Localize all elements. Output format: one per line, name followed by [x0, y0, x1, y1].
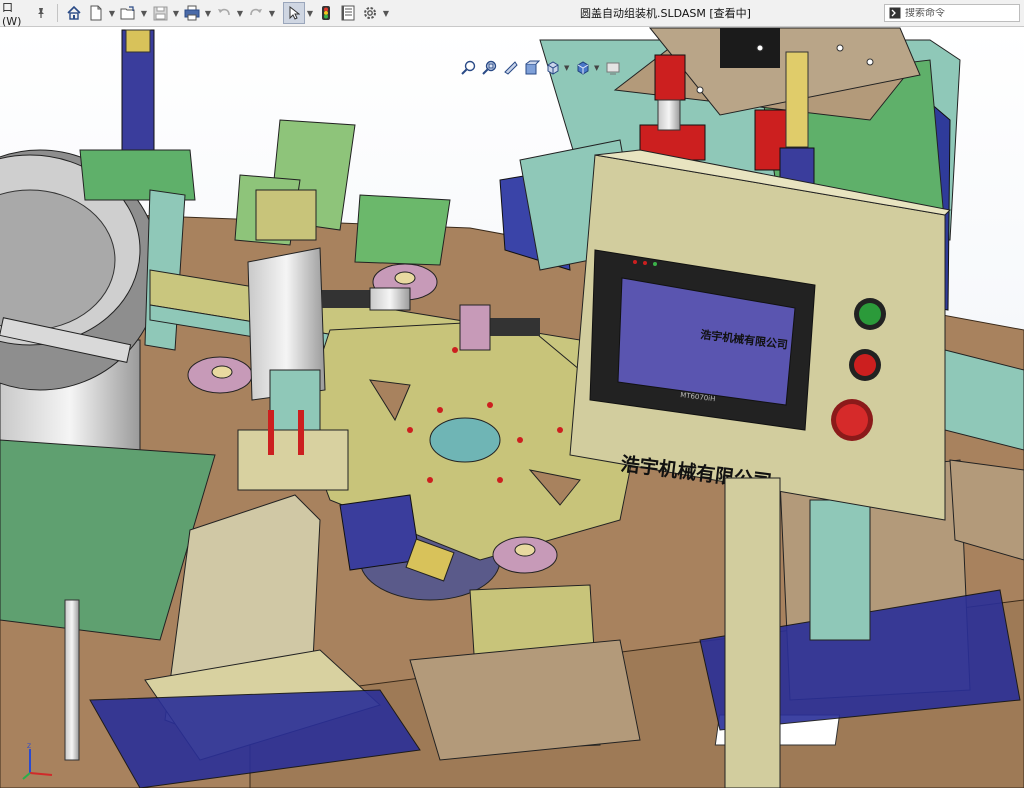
- previous-view-icon[interactable]: [501, 58, 521, 78]
- search-input[interactable]: [905, 7, 1015, 19]
- command-toolbar: 口(W) ▼ ▼ ▼ ▼ ▼ ▼ ▼ ▼: [0, 0, 1024, 28]
- undo-dropdown-icon[interactable]: ▼: [235, 2, 245, 24]
- open-folder-icon[interactable]: [117, 2, 139, 24]
- emergency-stop-button: [836, 404, 868, 436]
- select-dropdown-icon[interactable]: ▼: [305, 2, 315, 24]
- assembly-model: 浩宇机械有限公司 MT6070iH 浩宇机械有限公司: [0, 27, 1024, 788]
- toolbar-separator: [57, 4, 58, 22]
- view-orientation-icon[interactable]: [543, 58, 563, 78]
- coordinate-triad: Z: [20, 739, 60, 783]
- display-style-dropdown-icon[interactable]: ▼: [594, 64, 602, 72]
- file-properties-icon[interactable]: [337, 2, 359, 24]
- print-dropdown-icon[interactable]: ▼: [203, 2, 213, 24]
- redo-dropdown-icon[interactable]: ▼: [267, 2, 277, 24]
- graphics-viewport[interactable]: 浩宇机械有限公司 MT6070iH 浩宇机械有限公司 ▼ ▼ Z: [0, 27, 1024, 788]
- display-style-icon[interactable]: [573, 58, 593, 78]
- save-icon[interactable]: [149, 2, 171, 24]
- new-document-icon[interactable]: [85, 2, 107, 24]
- document-title: 圆盖自动组装机.SLDASM [查看中]: [580, 7, 751, 20]
- zoom-to-area-icon[interactable]: [480, 58, 500, 78]
- redo-icon[interactable]: [245, 2, 267, 24]
- hide-show-items-icon[interactable]: [603, 58, 623, 78]
- gear-icon[interactable]: [359, 2, 381, 24]
- select-arrow-icon[interactable]: [283, 2, 305, 24]
- undo-icon[interactable]: [213, 2, 235, 24]
- open-dropdown-icon[interactable]: ▼: [139, 2, 149, 24]
- command-search-icon: [888, 6, 902, 20]
- search-commands-box[interactable]: [884, 4, 1020, 22]
- pin-icon[interactable]: [30, 2, 52, 24]
- traffic-light-icon[interactable]: [315, 2, 337, 24]
- zoom-to-fit-icon[interactable]: [459, 58, 479, 78]
- home-icon[interactable]: [63, 2, 85, 24]
- section-view-icon[interactable]: [522, 58, 542, 78]
- green-start-button: [859, 303, 881, 325]
- new-document-dropdown-icon[interactable]: ▼: [107, 2, 117, 24]
- svg-text:Z: Z: [27, 743, 31, 750]
- red-stop-button: [854, 354, 876, 376]
- options-dropdown-icon[interactable]: ▼: [381, 2, 391, 24]
- heads-up-view-toolbar: ▼ ▼: [459, 57, 623, 79]
- window-menu[interactable]: 口(W): [0, 1, 30, 28]
- view-orientation-dropdown-icon[interactable]: ▼: [564, 64, 572, 72]
- save-dropdown-icon[interactable]: ▼: [171, 2, 181, 24]
- print-icon[interactable]: [181, 2, 203, 24]
